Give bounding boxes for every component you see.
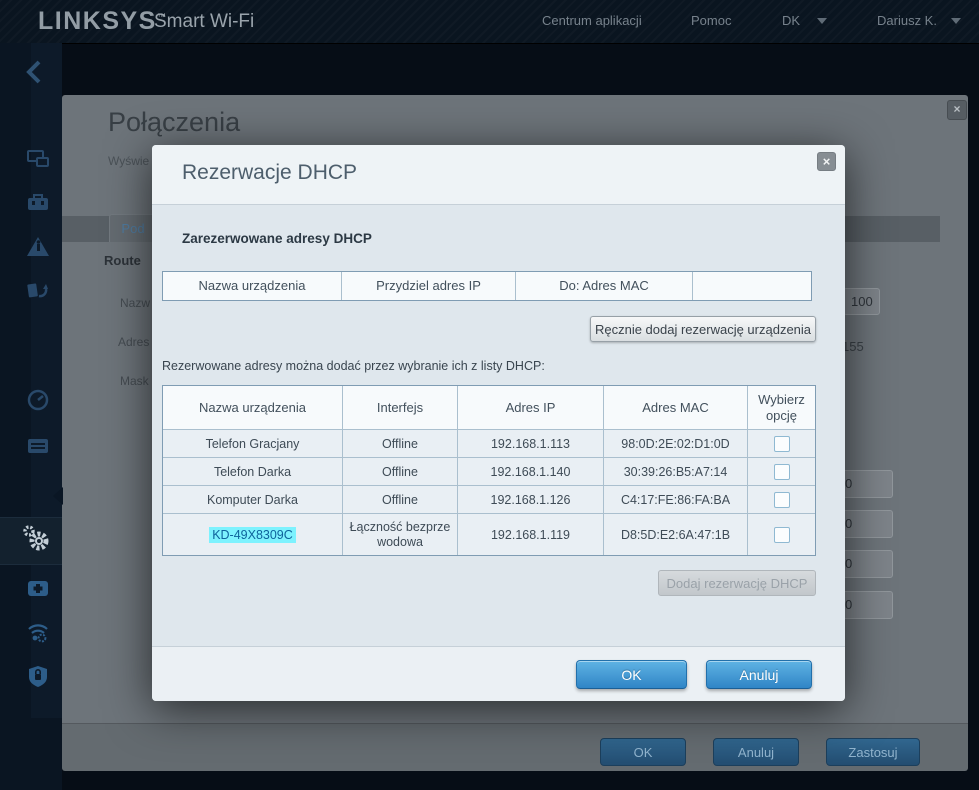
router-section-label-clipped: Route <box>104 253 141 268</box>
select-checkbox[interactable] <box>774 436 790 452</box>
dhcp-reservations-dialog: Rezerwacje DHCP × Zarezerwowane adresy D… <box>152 145 845 701</box>
select-checkbox[interactable] <box>774 527 790 543</box>
dialog-ok-button[interactable]: OK <box>576 660 687 689</box>
network-map-icon[interactable] <box>25 146 51 172</box>
column-header: Adres IP <box>457 386 603 429</box>
tab-basic-clipped[interactable]: Pod <box>109 214 157 242</box>
ip-cell: 192.168.1.113 <box>457 430 603 457</box>
top-bar: LINKSYS™ Smart Wi-Fi Centrum aplikacji P… <box>0 0 979 44</box>
dialog-title: Rezerwacje DHCP <box>182 161 357 185</box>
column-header: Adres MAC <box>603 386 747 429</box>
interface-cell: Offline <box>342 458 457 485</box>
table-row: Komputer Darka Offline 192.168.1.126 C4:… <box>163 485 815 513</box>
page-footer: OK Anuluj Zastosuj <box>62 723 968 771</box>
page-ok-button[interactable]: OK <box>600 738 686 766</box>
device-name-cell: Komputer Darka <box>163 486 342 513</box>
column-header: Do: Adres MAC <box>515 272 692 300</box>
device-name-cell: Telefon Gracjany <box>163 430 342 457</box>
wireless-icon[interactable] <box>25 619 51 645</box>
sidebar <box>0 43 62 790</box>
mac-cell: C4:17:FE:86:FA:BA <box>603 486 747 513</box>
chevron-down-icon[interactable] <box>817 18 827 24</box>
connectivity-gears-icon[interactable] <box>22 524 52 554</box>
manual-add-reservation-button[interactable]: Ręcznie dodaj rezerwację urządzenia <box>590 316 816 342</box>
page-cancel-button[interactable]: Anuluj <box>713 738 799 766</box>
select-checkbox[interactable] <box>774 464 790 480</box>
screen: LINKSYS™ Smart Wi-Fi Centrum aplikacji P… <box>0 0 979 790</box>
active-item-pointer <box>53 487 63 505</box>
menu-user[interactable]: Dariusz K. <box>877 13 937 28</box>
dns-octet-input[interactable]: 0 <box>837 510 893 538</box>
highlighted-device-name: KD-49X8309C <box>209 527 296 543</box>
dhcp-list-hint: Rezerwowane adresy można dodać przez wyb… <box>162 359 545 373</box>
dialog-header: Rezerwacje DHCP × <box>152 145 845 205</box>
media-prioritization-icon[interactable] <box>25 278 51 304</box>
add-dhcp-reservation-button[interactable]: Dodaj rezerwację DHCP <box>658 570 816 596</box>
back-arrow-icon[interactable] <box>24 58 50 84</box>
troubleshooting-icon[interactable] <box>25 575 51 601</box>
interface-cell: Offline <box>342 430 457 457</box>
reserved-addresses-title: Zarezerwowane adresy DHCP <box>182 231 372 246</box>
page-title: Połączenia <box>108 107 240 138</box>
ip-cell: 192.168.1.140 <box>457 458 603 485</box>
linksys-logo: LINKSYS™ <box>38 7 167 36</box>
reserved-addresses-table: Nazwa urządzenia Przydziel adres IP Do: … <box>162 271 812 301</box>
menu-account-short[interactable]: DK <box>782 13 800 28</box>
dns-octet-input[interactable]: 0 <box>837 550 893 578</box>
column-header: Przydziel adres IP <box>341 272 515 300</box>
parental-controls-icon[interactable] <box>25 234 51 260</box>
select-checkbox[interactable] <box>774 492 790 508</box>
mac-cell: 30:39:26:B5:A7:14 <box>603 458 747 485</box>
menu-help[interactable]: Pomoc <box>691 13 731 28</box>
page-apply-button[interactable]: Zastosuj <box>826 738 920 766</box>
dialog-footer: OK Anuluj <box>152 646 845 701</box>
column-header: Nazwa urządzenia <box>163 386 342 429</box>
ip-cell: 192.168.1.126 <box>457 486 603 513</box>
dialog-close-icon[interactable]: × <box>817 152 836 171</box>
guest-access-icon[interactable] <box>25 190 51 216</box>
column-header: Nazwa urządzenia <box>163 272 341 300</box>
empty-header-cell <box>692 272 811 300</box>
table-row: Telefon Gracjany Offline 192.168.1.113 9… <box>163 429 815 457</box>
mac-cell: 98:0D:2E:02:D1:0D <box>603 430 747 457</box>
mac-cell: D8:5D:E2:6A:47:1B <box>603 514 747 555</box>
sidebar-strip <box>31 43 62 718</box>
field-label-clipped: Nazw <box>120 296 150 310</box>
dns-octet-input[interactable]: 0 <box>837 470 893 498</box>
speed-test-icon[interactable] <box>25 387 51 413</box>
column-header: Interfejs <box>342 386 457 429</box>
menu-app-center[interactable]: Centrum aplikacji <box>542 13 642 28</box>
security-shield-icon[interactable] <box>25 663 51 689</box>
column-header: Wybierz opcję <box>747 386 815 429</box>
ip-range-end-value: 155 <box>842 339 864 354</box>
dns-octet-input[interactable]: 0 <box>837 591 893 619</box>
interface-cell: Offline <box>342 486 457 513</box>
product-name: Smart Wi-Fi <box>154 11 254 33</box>
dhcp-device-table: Nazwa urządzenia Interfejs Adres IP Adre… <box>162 385 816 556</box>
table-row: KD-49X8309C Łączność bezprzewodowa 192.1… <box>163 513 815 555</box>
device-name-cell-highlighted: KD-49X8309C <box>163 514 342 555</box>
dialog-cancel-button[interactable]: Anuluj <box>706 660 812 689</box>
device-name-cell: Telefon Darka <box>163 458 342 485</box>
chevron-down-icon[interactable] <box>951 18 961 24</box>
interface-cell: Łączność bezprzewodowa <box>342 514 457 555</box>
field-label-clipped: Adres <box>118 335 149 349</box>
page-close-icon[interactable]: × <box>947 100 967 120</box>
ip-cell: 192.168.1.119 <box>457 514 603 555</box>
field-label-clipped: Mask <box>120 374 149 388</box>
external-storage-icon[interactable] <box>25 433 51 459</box>
dhcp-max-users-input[interactable]: 100 <box>843 288 880 315</box>
page-subtitle-clipped: Wyświe <box>108 154 149 168</box>
table-row: Telefon Darka Offline 192.168.1.140 30:3… <box>163 457 815 485</box>
